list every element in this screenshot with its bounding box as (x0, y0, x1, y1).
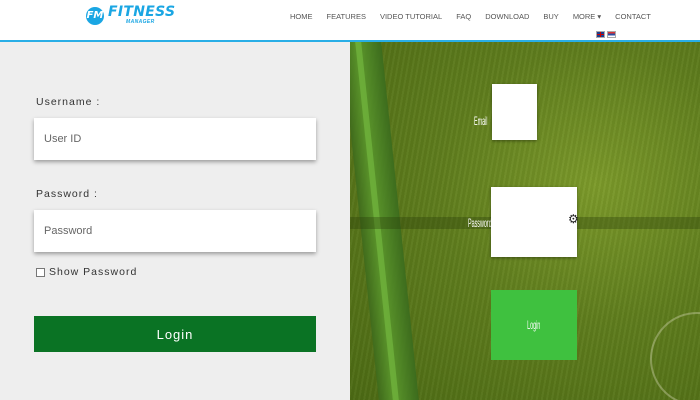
nav-faq[interactable]: FAQ (449, 12, 478, 21)
nav-video-tutorial[interactable]: VIDEO TUTORIAL (373, 12, 449, 21)
mirror-password-label: Password (468, 216, 492, 230)
brand-logo[interactable]: FM FITNESS MANAGER (86, 5, 175, 29)
background-image-panel: Email Password ⚙ Login (350, 42, 700, 400)
show-password-toggle[interactable]: Show Password (36, 266, 137, 278)
key-icon: ⚙ (568, 212, 579, 226)
nav-download[interactable]: DOWNLOAD (478, 12, 536, 21)
password-label: Password : (36, 188, 98, 200)
site-header: FM FITNESS MANAGER HOME FEATURES VIDEO T… (0, 0, 700, 42)
nav-features[interactable]: FEATURES (320, 12, 373, 21)
serbian-flag-icon[interactable] (607, 31, 616, 38)
show-password-label: Show Password (49, 266, 138, 278)
password-input[interactable] (34, 210, 316, 252)
logo-title: FITNESS (108, 4, 176, 20)
logo-badge: FM (86, 7, 104, 25)
login-panel: Username : Password : Show Password Logi… (0, 42, 350, 400)
nav-home[interactable]: HOME (290, 12, 320, 21)
username-label: Username : (36, 96, 101, 108)
mirror-login-label: Login (527, 318, 541, 332)
mirror-password-input[interactable] (491, 187, 577, 257)
mirror-email-label: Email (474, 114, 488, 128)
main-nav: HOME FEATURES VIDEO TUTORIAL FAQ DOWNLOA… (290, 12, 658, 21)
login-button[interactable]: Login (34, 316, 316, 352)
logo-subtitle: MANAGER (126, 19, 155, 25)
username-input[interactable] (34, 118, 316, 160)
nav-contact[interactable]: CONTACT (608, 12, 658, 21)
language-selector (596, 31, 616, 38)
english-flag-icon[interactable] (596, 31, 605, 38)
logo-text: FITNESS MANAGER (108, 5, 175, 26)
nav-more-dropdown[interactable]: MORE ▾ (566, 12, 608, 21)
mirror-email-input[interactable] (492, 84, 537, 140)
nav-buy[interactable]: BUY (536, 12, 565, 21)
show-password-checkbox[interactable] (36, 267, 45, 277)
mirror-login-button[interactable]: Login (491, 290, 577, 360)
